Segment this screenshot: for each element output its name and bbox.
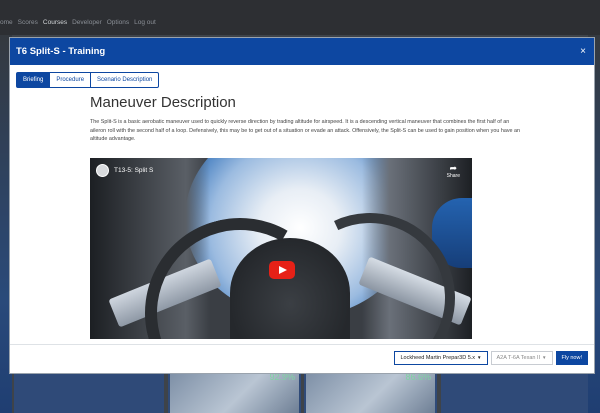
play-icon[interactable]	[269, 261, 295, 279]
course-card[interactable]: 86.6%	[304, 370, 437, 413]
simulator-select-label: Lockheed Martin Prepar3D 5.x	[400, 355, 476, 361]
share-button[interactable]: ➦ Share	[446, 163, 460, 180]
simulator-select[interactable]: Lockheed Martin Prepar3D 5.x ▼	[394, 351, 488, 365]
video-header: T13-5: Split S	[96, 164, 153, 177]
maneuver-description: The Split-S is a basic aerobatic maneuve…	[90, 119, 521, 143]
close-icon[interactable]: ×	[578, 46, 588, 57]
share-label: Share	[446, 173, 460, 179]
course-card[interactable]	[14, 370, 164, 413]
nav-developer[interactable]: Developer	[72, 19, 102, 26]
section-title: Maneuver Description	[90, 94, 236, 111]
course-card[interactable]	[441, 370, 588, 413]
nav-links: ome Scores Courses Developer Options Log…	[0, 19, 156, 26]
footer-controls: Lockheed Martin Prepar3D 5.x ▼ A2A T-6A T…	[394, 351, 588, 365]
tab-briefing[interactable]: Briefing	[16, 72, 51, 88]
video-player[interactable]: T13-5: Split S ➦ Share	[90, 158, 472, 339]
fly-now-button[interactable]: Fly now!	[555, 351, 588, 365]
nav-options[interactable]: Options	[107, 19, 129, 26]
course-card[interactable]: 92.9%	[168, 370, 301, 413]
channel-avatar[interactable]	[96, 164, 109, 177]
aircraft-select[interactable]: A2A T-6A Texan II ▼	[490, 351, 553, 365]
modal-title: T6 Split-S - Training	[16, 46, 106, 57]
nav-home[interactable]: ome	[0, 19, 13, 26]
top-navbar: ome Scores Courses Developer Options Log…	[0, 0, 600, 35]
tab-scenario-description[interactable]: Scenario Description	[90, 72, 160, 88]
share-icon: ➦	[449, 163, 458, 173]
nav-logout[interactable]: Log out	[134, 19, 156, 26]
video-cockpit	[230, 238, 350, 339]
chevron-down-icon: ▼	[477, 355, 482, 360]
training-modal: T6 Split-S - Training × Briefing Procedu…	[9, 37, 595, 374]
modal-footer: Lockheed Martin Prepar3D 5.x ▼ A2A T-6A T…	[10, 344, 594, 373]
chevron-down-icon: ▼	[542, 355, 547, 360]
nav-courses[interactable]: Courses	[43, 19, 67, 26]
modal-header: T6 Split-S - Training ×	[10, 38, 594, 65]
video-title[interactable]: T13-5: Split S	[114, 167, 153, 174]
briefing-content: Maneuver Description The Split-S is a ba…	[90, 94, 522, 144]
modal-tabs: Briefing Procedure Scenario Description	[16, 72, 160, 88]
tab-procedure[interactable]: Procedure	[49, 72, 92, 88]
aircraft-select-label: A2A T-6A Texan II	[496, 355, 541, 361]
nav-scores[interactable]: Scores	[18, 19, 38, 26]
